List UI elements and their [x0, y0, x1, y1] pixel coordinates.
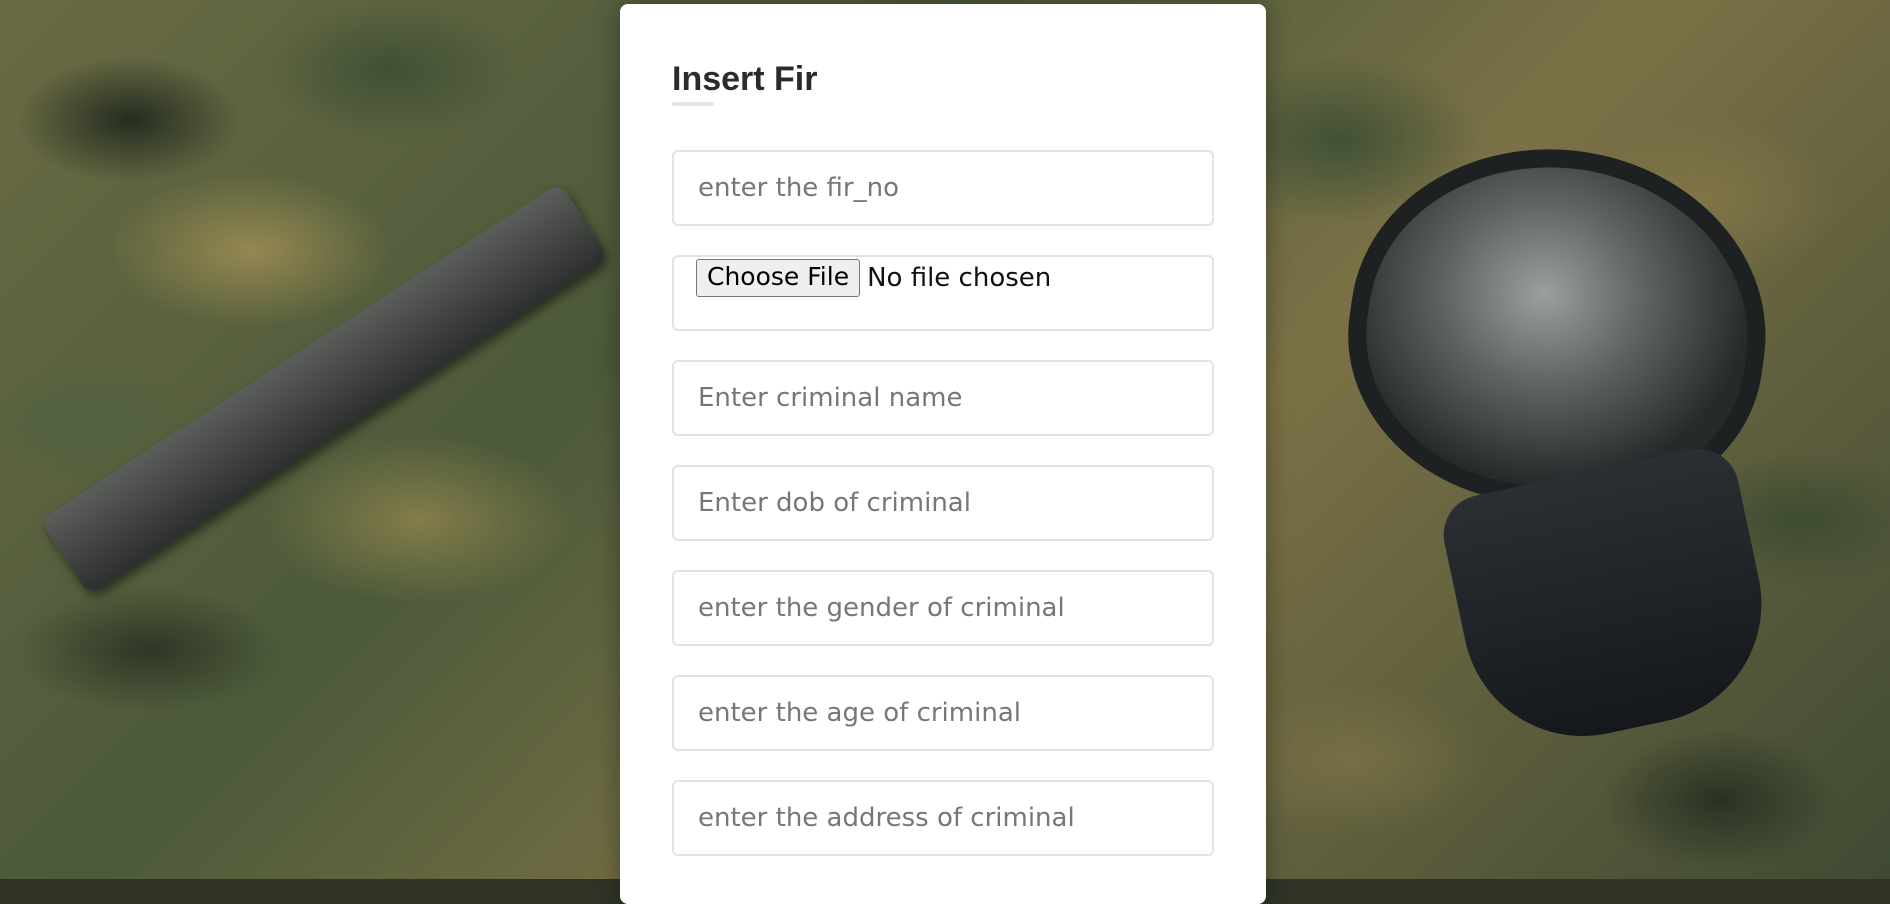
- file-status-text: No file chosen: [867, 263, 1052, 293]
- criminal-gender-input[interactable]: [674, 572, 1212, 644]
- title-underline: [672, 102, 714, 106]
- criminal-address-field: [672, 780, 1214, 856]
- criminal-address-input[interactable]: [674, 782, 1212, 854]
- file-upload-field: Choose File No file chosen: [672, 255, 1214, 331]
- criminal-age-input[interactable]: [674, 677, 1212, 749]
- form-title: Insert Fir: [672, 60, 818, 98]
- criminal-name-input[interactable]: [674, 362, 1212, 434]
- choose-file-button[interactable]: Choose File: [696, 259, 861, 297]
- fir-no-input[interactable]: [674, 152, 1212, 224]
- criminal-dob-input[interactable]: [674, 467, 1212, 539]
- fir-no-field: [672, 150, 1214, 226]
- criminal-gender-field: [672, 570, 1214, 646]
- file-input: Choose File No file chosen: [696, 258, 1051, 298]
- criminal-dob-field: [672, 465, 1214, 541]
- criminal-age-field: [672, 675, 1214, 751]
- insert-fir-form-card: Insert Fir Choose File No file chosen: [620, 4, 1266, 904]
- criminal-name-field: [672, 360, 1214, 436]
